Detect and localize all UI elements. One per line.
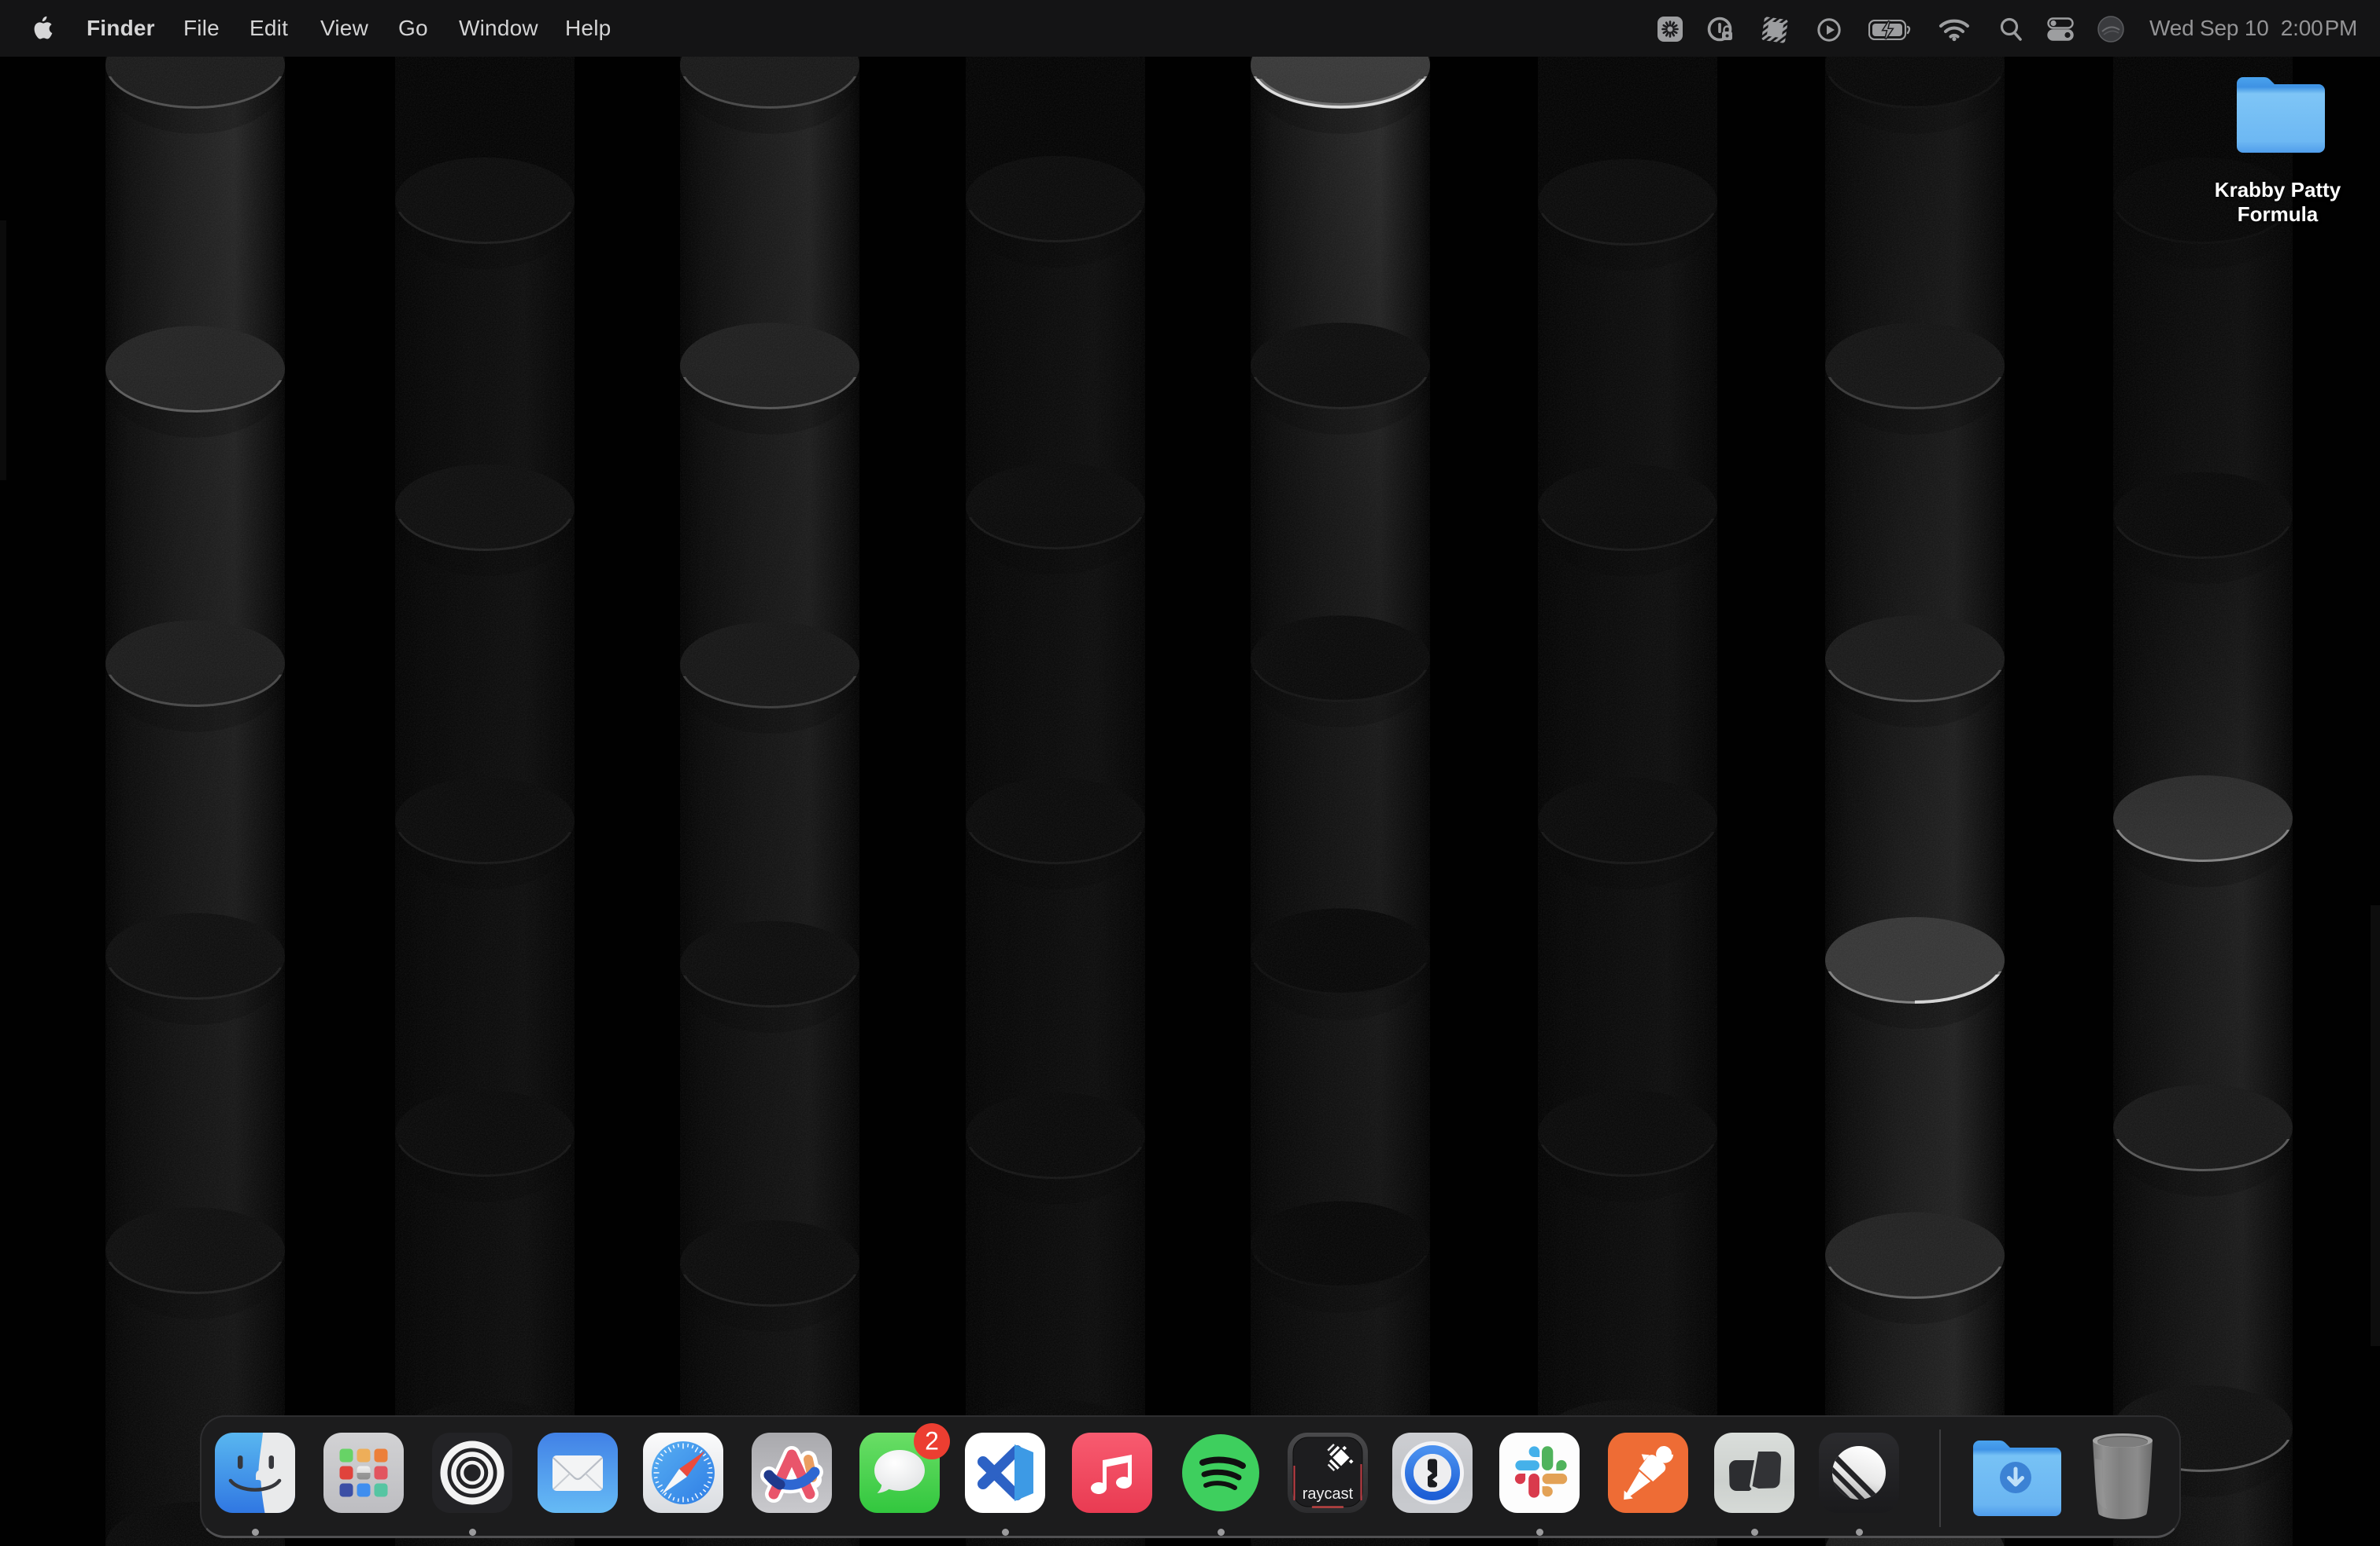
svg-text:2: 2 (925, 1427, 939, 1455)
svg-text:raycast: raycast (1303, 1485, 1354, 1503)
